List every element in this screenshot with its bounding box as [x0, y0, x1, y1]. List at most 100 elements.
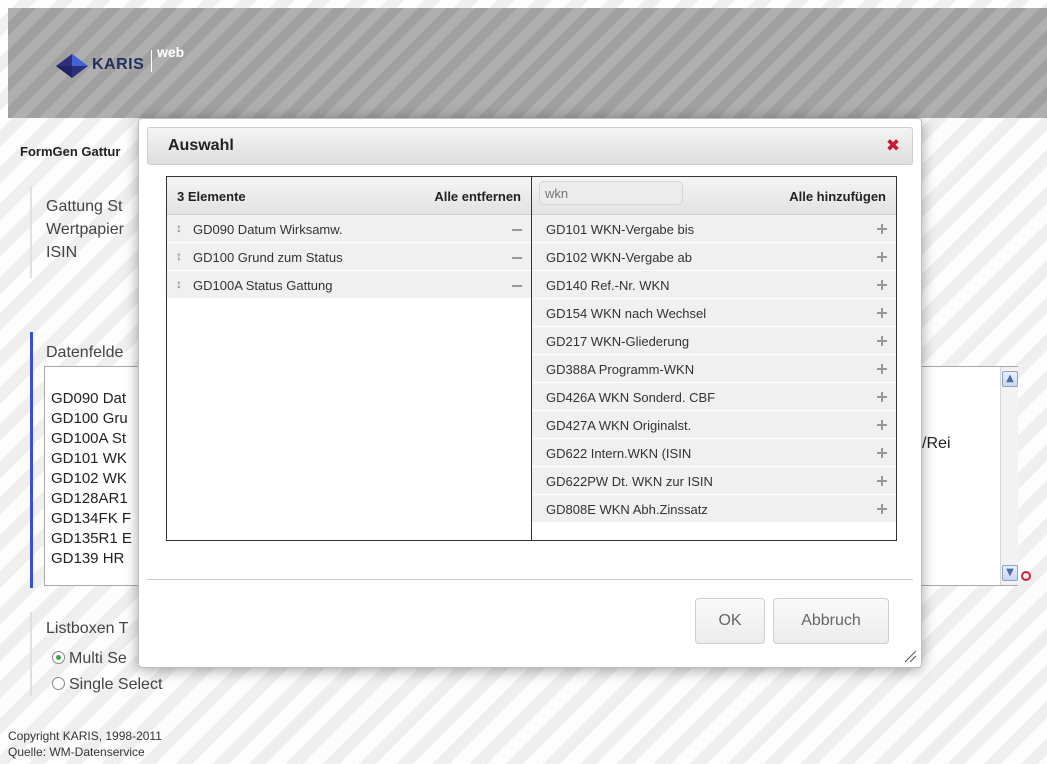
list-item[interactable]: GD139 HR [51, 549, 132, 569]
remove-all-link[interactable]: Alle entfernen [434, 189, 521, 204]
selected-item-label: GD090 Datum Wirksamw. [193, 222, 343, 237]
radio-single-label: Single Select [69, 676, 163, 693]
list-item[interactable]: GD101 WK [51, 449, 132, 469]
field-label-wertpapier: Wertpapier [46, 221, 124, 238]
source-text: Quelle: WM-Datenservice [8, 745, 145, 759]
list-item[interactable]: GD100 Gru [51, 409, 132, 429]
scroll-down-icon[interactable]: ▼ [1002, 565, 1018, 581]
field-label-isin: ISIN [46, 244, 78, 261]
section-marker [30, 186, 32, 278]
selected-item-label: GD100A Status Gattung [193, 278, 333, 293]
list-item[interactable]: GD134FK F [51, 509, 132, 529]
available-item-label: GD622 Intern.WKN (ISIN [546, 446, 692, 461]
ok-button[interactable]: OK [695, 598, 765, 644]
available-item-label: GD101 WKN-Vergabe bis [546, 222, 695, 237]
selected-item[interactable]: ↕ GD100 Grund zum Status [167, 243, 531, 271]
available-item[interactable]: GD140 Ref.-Nr. WKN [532, 271, 896, 299]
available-item-label: GD388A Programm-WKN [546, 362, 695, 377]
available-item[interactable]: GD217 WKN-Gliederung [532, 327, 896, 355]
section-marker-active [30, 332, 33, 588]
remove-minus-icon[interactable] [512, 279, 522, 291]
add-plus-icon[interactable] [877, 419, 887, 431]
list-text-fragment: '/Rei [919, 435, 951, 452]
dialog-divider [147, 579, 913, 580]
available-item[interactable]: GD101 WKN-Vergabe bis [532, 215, 896, 243]
available-item-label: GD102 WKN-Vergabe ab [546, 250, 692, 265]
available-item[interactable]: GD427A WKN Originalst. [532, 411, 896, 439]
list-item[interactable]: GD102 WK [51, 469, 132, 489]
section-marker [30, 612, 32, 696]
add-all-link[interactable]: Alle hinzufügen [789, 189, 886, 204]
selected-panel: 3 Elemente Alle entfernen ↕ GD090 Datum … [167, 177, 532, 540]
app-header: KARIS web [8, 8, 1047, 118]
available-item-label: GD217 WKN-Gliederung [546, 334, 690, 349]
listboxen-label: Listboxen T [46, 620, 129, 637]
available-item-label: GD808E WKN Abh.Zinssatz [546, 502, 708, 517]
selected-count: 3 Elemente [177, 189, 246, 204]
resize-grip-icon[interactable] [903, 649, 917, 663]
add-plus-icon[interactable] [877, 335, 887, 347]
multiselect-widget: 3 Elemente Alle entfernen ↕ GD090 Datum … [166, 176, 897, 541]
add-plus-icon[interactable] [877, 307, 887, 319]
field-label-gattung: Gattung St [46, 198, 123, 215]
brand-name: KARIS [92, 56, 145, 73]
available-list: GD101 WKN-Vergabe bis GD102 WKN-Vergabe … [532, 215, 896, 523]
available-panel-header: Alle hinzufügen [532, 177, 896, 215]
available-item[interactable]: GD426A WKN Sonderd. CBF [532, 383, 896, 411]
remove-minus-icon[interactable] [512, 251, 522, 263]
selected-item[interactable]: ↕ GD090 Datum Wirksamw. [167, 215, 531, 243]
logo-separator [151, 50, 152, 72]
available-item-label: GD427A WKN Originalst. [546, 418, 692, 433]
available-item-label: GD154 WKN nach Wechsel [546, 306, 707, 321]
scroll-up-icon[interactable]: ▲ [1002, 371, 1018, 387]
remove-minus-icon[interactable] [512, 223, 522, 235]
add-plus-icon[interactable] [877, 279, 887, 291]
add-plus-icon[interactable] [877, 447, 887, 459]
brand-suffix: web [157, 44, 185, 60]
drag-handle-icon[interactable]: ↕ [176, 221, 182, 235]
search-input[interactable] [539, 181, 683, 205]
auswahl-dialog: Auswahl ✖ 3 Elemente Alle entfernen ↕ GD… [138, 118, 922, 668]
list-item[interactable]: GD090 Dat [51, 389, 132, 409]
available-item-label: GD426A WKN Sonderd. CBF [546, 390, 716, 405]
listbox-scrollbar[interactable]: ▲ ▼ [1000, 367, 1018, 585]
radio-multi-select[interactable]: Multi Se [52, 650, 127, 668]
drag-handle-icon[interactable]: ↕ [176, 249, 182, 263]
list-item[interactable]: GD100A St [51, 429, 132, 449]
available-item[interactable]: GD388A Programm-WKN [532, 355, 896, 383]
required-marker-icon [1021, 571, 1031, 581]
add-plus-icon[interactable] [877, 223, 887, 235]
add-plus-icon[interactable] [877, 391, 887, 403]
datenfelder-label: Datenfelde [46, 344, 124, 361]
datenfelder-list: GD090 Dat GD100 Gru GD100A St GD101 WK G… [51, 389, 132, 569]
list-item[interactable]: GD135R1 E [51, 529, 132, 549]
karis-diamond-logo-icon [56, 54, 88, 78]
selected-item-label: GD100 Grund zum Status [193, 250, 343, 265]
available-item-label: GD622PW Dt. WKN zur ISIN [546, 474, 713, 489]
add-plus-icon[interactable] [877, 503, 887, 515]
drag-handle-icon[interactable]: ↕ [176, 277, 182, 291]
available-item[interactable]: GD808E WKN Abh.Zinssatz [532, 495, 896, 523]
available-panel: Alle hinzufügen GD101 WKN-Vergabe bis GD… [532, 177, 896, 540]
available-item[interactable]: GD622 Intern.WKN (ISIN [532, 439, 896, 467]
selected-item[interactable]: ↕ GD100A Status Gattung [167, 271, 531, 299]
available-item[interactable]: GD154 WKN nach Wechsel [532, 299, 896, 327]
close-x-icon[interactable]: ✖ [884, 137, 902, 155]
dialog-titlebar[interactable]: Auswahl ✖ [147, 127, 913, 165]
copyright-text: Copyright KARIS, 1998-2011 [8, 729, 162, 743]
available-item[interactable]: GD102 WKN-Vergabe ab [532, 243, 896, 271]
radio-checked-icon[interactable] [52, 651, 65, 664]
add-plus-icon[interactable] [877, 475, 887, 487]
radio-single-select[interactable]: Single Select [52, 676, 162, 694]
list-item[interactable]: GD128AR1 [51, 489, 132, 509]
radio-multi-label: Multi Se [69, 650, 127, 667]
radio-unchecked-icon[interactable] [52, 677, 65, 690]
available-item-label: GD140 Ref.-Nr. WKN [546, 278, 670, 293]
selected-panel-header: 3 Elemente Alle entfernen [167, 177, 531, 215]
selected-list: ↕ GD090 Datum Wirksamw. ↕ GD100 Grund zu… [167, 215, 531, 299]
cancel-button[interactable]: Abbruch [773, 598, 889, 644]
add-plus-icon[interactable] [877, 363, 887, 375]
footer: Copyright KARIS, 1998-2011 Quelle: WM-Da… [8, 728, 162, 760]
add-plus-icon[interactable] [877, 251, 887, 263]
available-item[interactable]: GD622PW Dt. WKN zur ISIN [532, 467, 896, 495]
